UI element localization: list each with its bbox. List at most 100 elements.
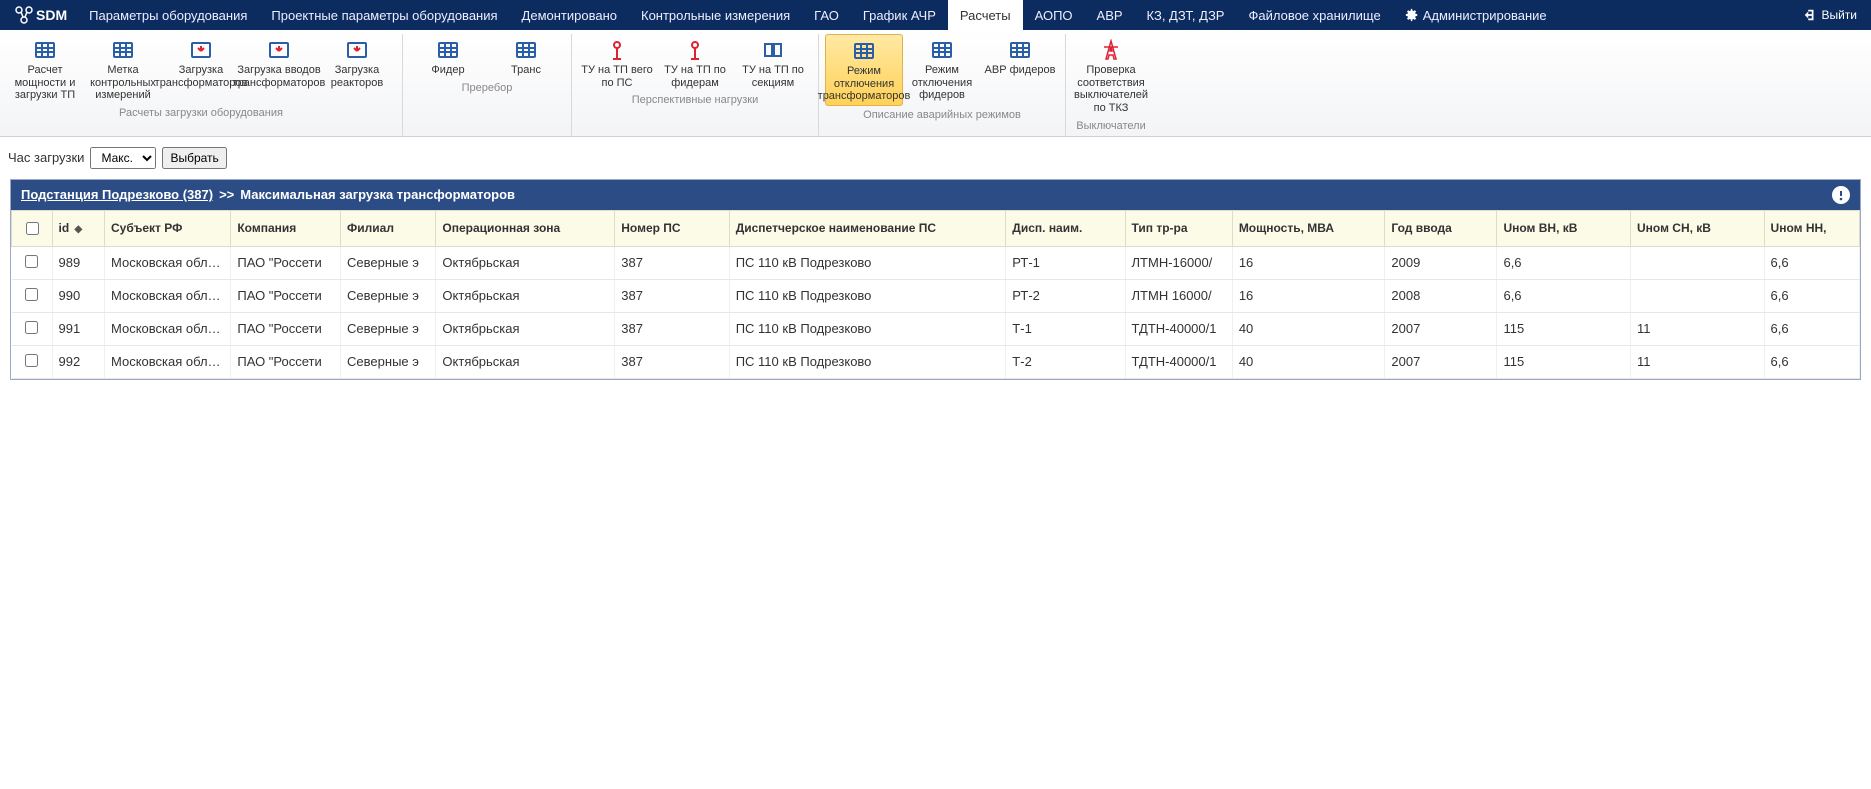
table-header-row: id ◆Субъект РФКомпанияФилиалОперационная… (12, 210, 1860, 246)
breadcrumb-link[interactable]: Подстанция Подрезково (387) (21, 187, 213, 202)
nav-label: Файловое хранилище (1248, 8, 1380, 23)
nav-item[interactable]: Проектные параметры оборудования (259, 0, 509, 30)
table-row[interactable]: 990Московская областьПАО "РоссетиСеверны… (12, 279, 1860, 312)
column-header[interactable]: Uном НН, (1764, 210, 1859, 246)
nav-item[interactable]: Параметры оборудования (77, 0, 259, 30)
column-header[interactable]: Номер ПС (615, 210, 729, 246)
data-table: id ◆Субъект РФКомпанияФилиалОперационная… (11, 210, 1860, 379)
cell-disp: ПС 110 кВ Подрезково (729, 345, 1006, 378)
column-header[interactable]: Филиал (341, 210, 436, 246)
ribbon-button[interactable]: Загрузка трансформаторов (162, 34, 240, 104)
table-body: 989Московская областьПАО "РоссетиСеверны… (12, 246, 1860, 378)
column-header[interactable] (12, 210, 53, 246)
column-header[interactable]: Uном ВН, кВ (1497, 210, 1631, 246)
ribbon-button[interactable]: ТУ на ТП вего по ПС (578, 34, 656, 91)
ribbon-button[interactable]: Загрузка вводов трансформаторов (240, 34, 318, 104)
row-checkbox[interactable] (25, 288, 38, 301)
table-row[interactable]: 991Московская областьПАО "РоссетиСеверны… (12, 312, 1860, 345)
nav-item[interactable]: Файловое хранилище (1236, 0, 1392, 30)
horizontal-scrollbar[interactable] (10, 386, 1861, 404)
ribbon-button[interactable]: ТУ на ТП по фидерам (656, 34, 734, 91)
ribbon-group-label: Преребор (462, 79, 513, 96)
nav-label: АОПО (1035, 8, 1073, 23)
column-header[interactable]: Мощность, МВА (1232, 210, 1385, 246)
grid-wrap: Подстанция Подрезково (387) >> Максималь… (10, 179, 1861, 380)
column-header[interactable]: Uном СН, кВ (1631, 210, 1765, 246)
row-checkbox[interactable] (25, 255, 38, 268)
nav-label: График АЧР (863, 8, 936, 23)
column-header[interactable]: Дисп. наим. (1006, 210, 1125, 246)
cell-usn: 11 (1631, 345, 1765, 378)
ribbon-button[interactable]: Расчет мощности и загрузки ТП (6, 34, 84, 104)
row-checkbox[interactable] (25, 354, 38, 367)
nav-label: Демонтировано (522, 8, 617, 23)
nav-item[interactable]: АВР (1085, 0, 1135, 30)
cell-id: 992 (52, 345, 104, 378)
cell-uvn: 115 (1497, 312, 1631, 345)
nav-item[interactable]: Расчеты (948, 0, 1023, 30)
ribbon-button[interactable]: Загрузка реакторов (318, 34, 396, 104)
ribbon-button[interactable]: Режим отключения трансформаторов (825, 34, 903, 106)
nav-item[interactable]: Демонтировано (510, 0, 629, 30)
table-row[interactable]: 989Московская областьПАО "РоссетиСеверны… (12, 246, 1860, 279)
ribbon-group-label: Выключатели (1076, 117, 1145, 134)
table-icon (515, 39, 537, 61)
ribbon-group-breakers: Проверка соответствия выключателей по ТК… (1066, 34, 1156, 136)
choose-button[interactable]: Выбрать (162, 147, 226, 169)
column-header[interactable]: Диспетчерское наименование ПС (729, 210, 1006, 246)
pin-icon (606, 39, 628, 61)
ribbon-button[interactable]: ТУ на ТП по секциям (734, 34, 812, 91)
row-checkbox-cell (12, 345, 53, 378)
nav-item[interactable]: АОПО (1023, 0, 1085, 30)
ribbon-button[interactable]: Метка контрольных измерений (84, 34, 162, 104)
nav-item[interactable]: ГАО (802, 0, 851, 30)
ribbon-button-label: ТУ на ТП по фидерам (658, 64, 732, 89)
ribbon-button[interactable]: Проверка соответствия выключателей по ТК… (1072, 34, 1150, 117)
cell-subj: Московская область (104, 312, 230, 345)
down-icon (268, 39, 290, 61)
cell-id: 990 (52, 279, 104, 312)
table-icon (437, 39, 459, 61)
exit-link[interactable]: Выйти (1803, 8, 1867, 22)
cell-op: Октябрьская (436, 345, 615, 378)
nav-item[interactable]: Контрольные измерения (629, 0, 802, 30)
ribbon-button[interactable]: Режим отключения фидеров (903, 34, 981, 106)
select-all-checkbox[interactable] (26, 222, 39, 235)
nav-item[interactable]: КЗ, ДЗТ, ДЗР (1135, 0, 1237, 30)
table-row[interactable]: 992Московская областьПАО "РоссетиСеверны… (12, 345, 1860, 378)
cell-id: 989 (52, 246, 104, 279)
down-icon (346, 39, 368, 61)
load-hour-select[interactable]: Макс. (90, 147, 156, 169)
nav-item[interactable]: График АЧР (851, 0, 948, 30)
cell-uvn: 115 (1497, 345, 1631, 378)
cell-uvn: 6,6 (1497, 246, 1631, 279)
ribbon-button[interactable]: Фидер (409, 34, 487, 79)
app-name: SDM (36, 7, 67, 23)
column-header[interactable]: Операционная зона (436, 210, 615, 246)
ribbon-button-label: Загрузка реакторов (320, 64, 394, 89)
nav-items: Параметры оборудованияПроектные параметр… (77, 0, 1559, 30)
column-header[interactable]: id ◆ (52, 210, 104, 246)
row-checkbox-cell (12, 279, 53, 312)
column-header[interactable]: Год ввода (1385, 210, 1497, 246)
cell-id: 991 (52, 312, 104, 345)
row-checkbox-cell (12, 246, 53, 279)
column-header[interactable]: Компания (231, 210, 341, 246)
column-header[interactable]: Субъект РФ (104, 210, 230, 246)
cell-unn: 6,6 (1764, 246, 1859, 279)
cell-fil: Северные э (341, 312, 436, 345)
column-header[interactable]: Тип тр-ра (1125, 210, 1232, 246)
cell-comp: ПАО "Россети (231, 246, 341, 279)
cell-type: ЛТМН 16000/ (1125, 279, 1232, 312)
ribbon-button[interactable]: АВР фидеров (981, 34, 1059, 106)
sort-icon: ◆ (75, 224, 83, 235)
grid-scroll[interactable]: id ◆Субъект РФКомпанияФилиалОперационная… (11, 210, 1860, 379)
cell-comp: ПАО "Россети (231, 312, 341, 345)
info-icon[interactable] (1832, 186, 1850, 204)
nav-item[interactable]: Администрирование (1393, 0, 1559, 30)
cell-op: Октябрьская (436, 312, 615, 345)
row-checkbox[interactable] (25, 321, 38, 334)
down-icon (190, 39, 212, 61)
ribbon-button[interactable]: Транс (487, 34, 565, 79)
ribbon-group-emergency: Режим отключения трансформаторовРежим от… (819, 34, 1066, 136)
